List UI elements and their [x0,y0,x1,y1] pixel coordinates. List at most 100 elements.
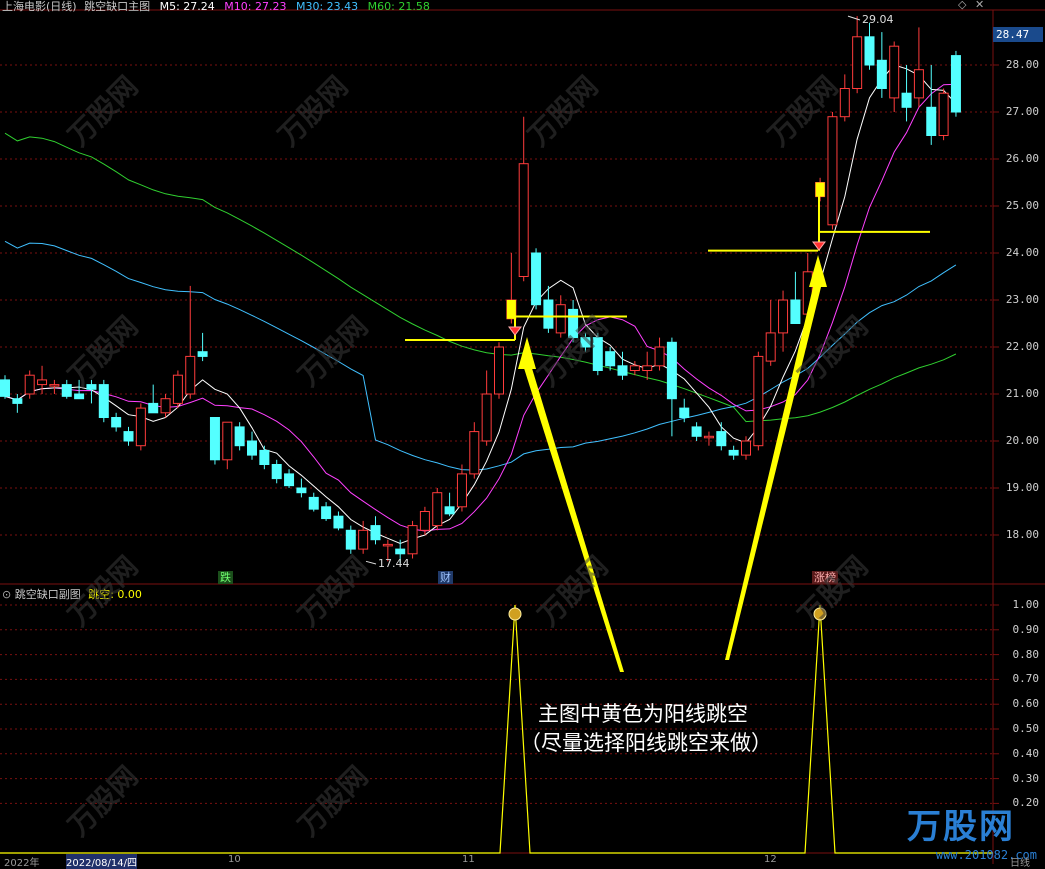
candle-body [790,299,801,324]
ruby-marker [812,241,826,251]
gap-candle [815,182,825,197]
candle-body [98,384,109,419]
main-header: 上海电影(日线) 跳空缺口主图 M5: 27.24 M10: 27.23 M30… [2,0,430,14]
sub-tick-label: 1.00 [1012,598,1040,611]
ma60-value: M60: 21.58 [367,0,430,13]
candle-body [185,355,196,395]
month-12: 12 [764,854,777,865]
candle-body [49,384,60,387]
sub-tick-label: 0.90 [1012,622,1040,636]
candle-body [889,45,900,99]
candle-body [950,55,961,113]
candle-body [543,299,554,329]
sub-tick-label: 0.30 [1012,771,1040,785]
stock-title: 上海电影(日线) [2,0,77,13]
price-tick-label: 21.00 [1005,387,1039,400]
arrow-head [809,255,827,287]
candle-body [370,525,381,541]
indicator-name[interactable]: 跳空缺口主图 [84,0,150,13]
price-tick-label: 23.00 [1005,293,1039,306]
candle-body [852,36,863,89]
bottom-date[interactable]: 2022/08/14/四 [66,854,138,869]
ma10-value: M10: 27.23 [224,0,287,13]
candle-body [666,341,677,400]
candle-body [419,511,430,531]
money-bag-icon [508,607,522,621]
diamond-icon[interactable]: ◇ [958,0,966,11]
candle-body [284,473,295,487]
candle-body [469,431,480,475]
low-mark: 17.44 [378,557,410,570]
price-tick-label: 24.00 [1005,246,1039,259]
site-logo: 万股网 [907,807,1015,847]
candle-body [753,355,764,447]
candle-body [444,506,455,515]
candle-body [148,402,159,414]
candle-body [864,36,875,66]
price-tick-label: 18.00 [1005,528,1039,541]
candle-body [197,351,208,357]
settings-icon[interactable]: ⊙ [2,588,11,601]
candle-body [74,393,85,400]
candle-body [901,92,912,108]
candle-body [654,346,665,367]
candle-body [234,426,245,447]
candle-body [0,379,10,397]
candle-body [765,332,776,362]
annotation-line2: （尽量选择阳线跳空来做） [520,731,772,755]
sub-tick-label: 0.80 [1012,647,1040,661]
candle-body [123,431,134,442]
price-tick-label: 19.00 [1005,481,1039,494]
bottom-year: 2022年 [4,858,40,869]
candle-body [913,69,924,99]
candle-body [382,543,393,547]
annotation-line1: 主图中黄色为阳线跳空 [538,702,748,726]
candle-body [296,487,307,494]
cycle-label[interactable]: 日线 [1010,854,1030,869]
high-mark: 29.04 [862,13,894,26]
price-tick-label: 27.00 [1005,105,1039,118]
price-tick-label: 25.00 [1005,199,1039,212]
candle-body [642,365,653,371]
sub-tick-label: 0.40 [1012,746,1040,760]
candle-body [703,435,714,439]
ma5-value: M5: 27.24 [159,0,215,13]
ma30-value: M30: 23.43 [295,0,359,13]
sub-tick-label: 0.60 [1012,697,1040,711]
price-tick-label: 20.00 [1005,434,1039,447]
candle-body [494,346,504,395]
sub-tick-label: 0.20 [1012,796,1040,810]
close-icon[interactable]: ✕ [975,0,984,11]
candle-body [778,299,789,334]
candle-body [135,407,146,447]
price-tick-label: 28.00 [1005,58,1039,71]
candle-body [222,421,233,461]
fall-tag[interactable]: 跌 [218,571,233,584]
candle-body [271,464,282,480]
gap-candle [506,300,516,319]
candle-body [12,398,23,404]
candle-body [358,529,369,550]
price-tick-label: 26.00 [1005,152,1039,165]
candle-body [716,431,727,447]
candle-body [259,449,270,465]
finance-tag[interactable]: 财 [438,571,453,584]
stock-chart-window: 上海电影(日线) 跳空缺口主图 M5: 27.24 M10: 27.23 M30… [0,0,1045,869]
candle-body [741,440,751,456]
month-11: 11 [462,854,475,865]
price-tick-label: 22.00 [1005,340,1039,353]
candle-body [617,365,628,376]
candle-body [629,365,640,371]
candle-body [247,440,257,456]
candle-body [531,252,542,306]
candle-body [321,506,332,520]
candle-body [37,379,48,386]
candle-body [209,417,220,461]
candle-body [61,384,72,397]
candle-body [691,426,702,437]
candle-body [518,163,529,277]
high-pointer [847,15,861,21]
candle-body [172,374,183,404]
candle-body [407,525,418,555]
candle-body [456,473,467,508]
